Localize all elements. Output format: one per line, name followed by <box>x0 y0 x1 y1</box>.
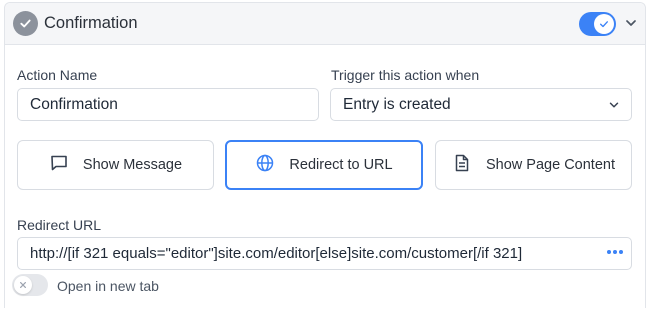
check-icon <box>594 14 614 34</box>
redirect-url-input[interactable]: http://[if 321 equals="editor"]site.com/… <box>17 237 632 270</box>
trigger-select[interactable]: Entry is created <box>330 88 632 121</box>
message-square-icon <box>49 153 69 177</box>
trigger-label: Trigger this action when <box>331 67 480 83</box>
redirect-url-label: Redirect URL <box>17 217 102 233</box>
action-name-input[interactable]: Confirmation <box>17 88 319 121</box>
file-text-icon <box>452 153 472 177</box>
redirect-to-url-label: Redirect to URL <box>289 157 393 173</box>
open-new-tab-toggle[interactable] <box>12 274 48 296</box>
show-page-content-button[interactable]: Show Page Content <box>435 140 632 190</box>
more-options-icon[interactable] <box>607 250 623 254</box>
globe-icon <box>255 153 275 177</box>
show-page-content-label: Show Page Content <box>486 157 615 173</box>
trigger-value: Entry is created <box>343 95 451 113</box>
action-name-label: Action Name <box>17 67 98 83</box>
check-circle-icon <box>13 11 38 36</box>
open-new-tab-label: Open in new tab <box>57 278 159 294</box>
show-message-button[interactable]: Show Message <box>17 140 214 190</box>
action-name-value: Confirmation <box>30 95 118 113</box>
action-header[interactable]: Confirmation <box>5 3 645 45</box>
action-title: Confirmation <box>44 14 138 32</box>
redirect-url-value: http://[if 321 equals="editor"]site.com/… <box>30 245 523 262</box>
close-icon <box>14 276 32 294</box>
show-message-label: Show Message <box>82 157 183 173</box>
chevron-down-icon <box>607 98 621 112</box>
action-enabled-toggle[interactable] <box>579 12 616 36</box>
redirect-to-url-button[interactable]: Redirect to URL <box>225 140 423 190</box>
chevron-down-icon[interactable] <box>623 15 639 31</box>
